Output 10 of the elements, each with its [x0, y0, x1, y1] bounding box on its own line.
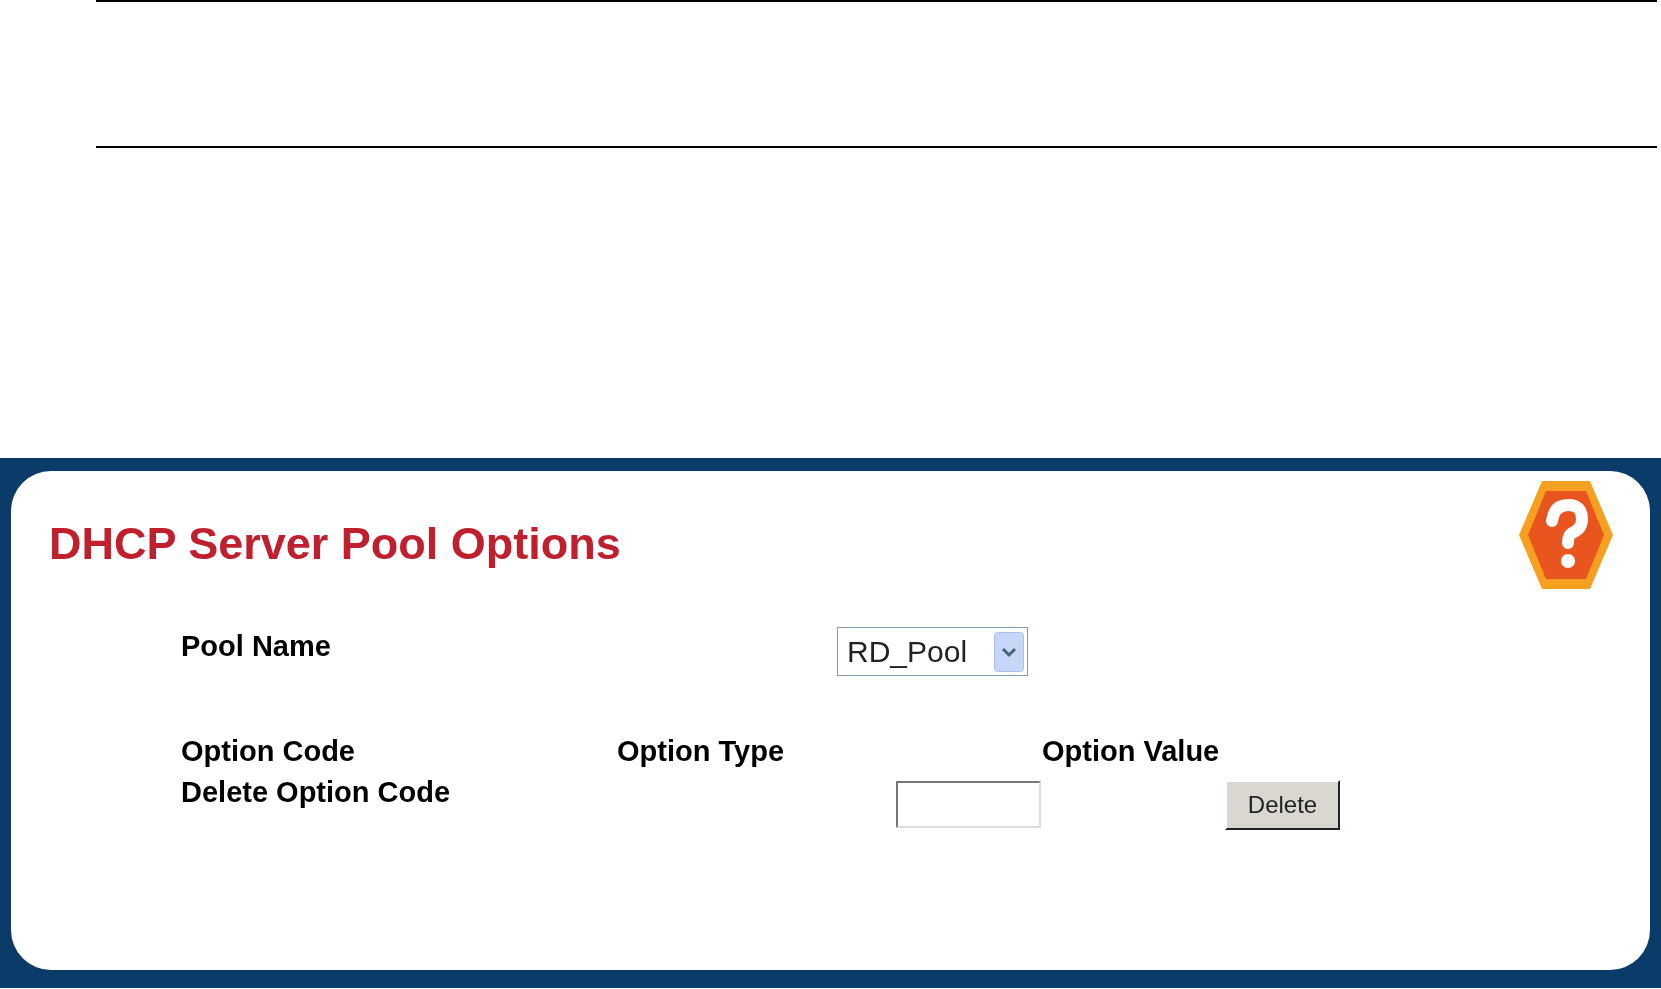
help-icon[interactable]: [1518, 479, 1614, 591]
pool-name-select[interactable]: RD_Pool: [837, 627, 1028, 676]
column-header: Option Code: [181, 734, 356, 769]
column-header: Option Type: [617, 734, 785, 769]
option-code-input[interactable]: [896, 781, 1041, 828]
column-header: Option Value: [1042, 734, 1220, 769]
delete-option-label: Delete Option Code: [181, 774, 452, 810]
panel-title: DHCP Server Pool Options: [49, 521, 621, 566]
delete-button[interactable]: Delete: [1225, 779, 1340, 830]
pool-name-label: Pool Name: [181, 628, 332, 664]
